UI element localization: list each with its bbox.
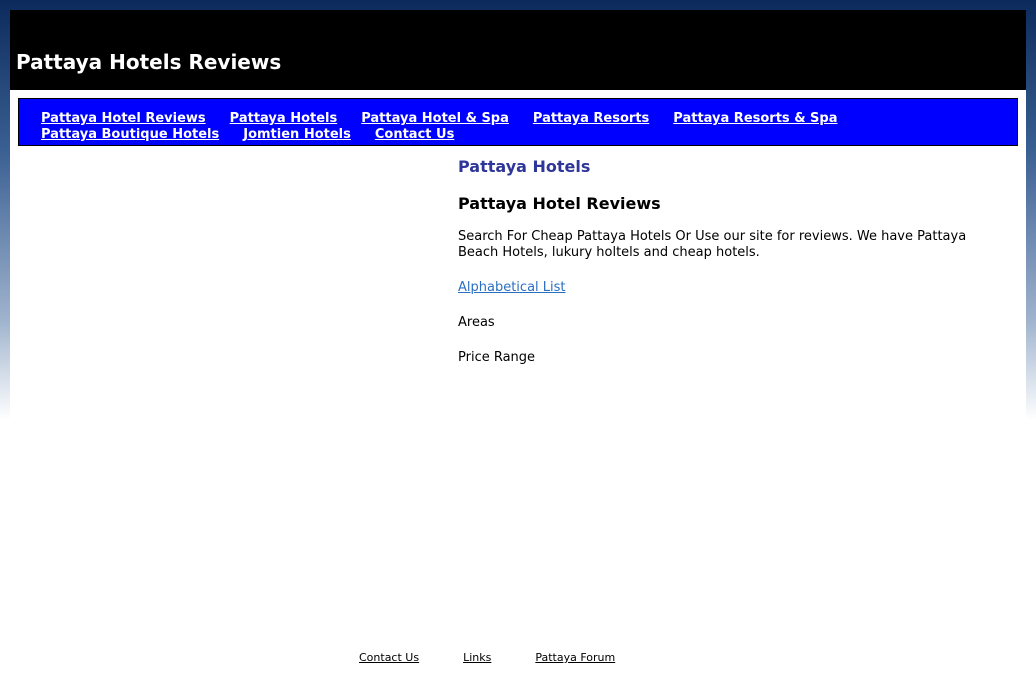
footer-link-links[interactable]: Links bbox=[463, 651, 491, 664]
intro-text: Search For Cheap Pattaya Hotels Or Use o… bbox=[458, 229, 967, 260]
main-nav: Pattaya Hotel Reviews Pattaya Hotels Patta… bbox=[18, 98, 1018, 146]
nav-link-pattaya-resorts-spa[interactable]: Pattaya Resorts & Spa bbox=[673, 111, 837, 126]
areas-label: Areas bbox=[458, 315, 495, 330]
page-heading: Pattaya Hotels bbox=[458, 157, 591, 176]
nav-link-pattaya-resorts[interactable]: Pattaya Resorts bbox=[533, 111, 649, 126]
footer-link-contact-us[interactable]: Contact Us bbox=[359, 651, 419, 664]
price-range-label: Price Range bbox=[458, 350, 536, 365]
nav-row-2: Pattaya Boutique Hotels Jomtien Hotels Con… bbox=[41, 123, 478, 142]
main-content: Pattaya Hotels Pattaya Hotel Reviews Sea… bbox=[458, 156, 1008, 366]
nav-link-contact-us[interactable]: Contact Us bbox=[375, 127, 454, 142]
site-title: Pattaya Hotels Reviews bbox=[16, 50, 282, 74]
nav-link-jomtien-hotels[interactable]: Jomtien Hotels bbox=[243, 127, 351, 142]
page-container: Pattaya Hotels Reviews Pattaya Hotel Rev… bbox=[10, 10, 1026, 675]
alphabetical-list-link[interactable]: Alphabetical List bbox=[458, 280, 566, 296]
footer-links: Contact Us Links Pattaya Forum bbox=[359, 646, 659, 665]
footer-link-pattaya-forum[interactable]: Pattaya Forum bbox=[535, 651, 615, 664]
site-header: Pattaya Hotels Reviews bbox=[10, 10, 1026, 90]
page-subheading: Pattaya Hotel Reviews bbox=[458, 194, 661, 213]
nav-link-pattaya-boutique-hotels[interactable]: Pattaya Boutique Hotels bbox=[41, 127, 219, 142]
nav-row-1: Pattaya Hotel Reviews Pattaya Hotels Patta… bbox=[41, 107, 862, 126]
